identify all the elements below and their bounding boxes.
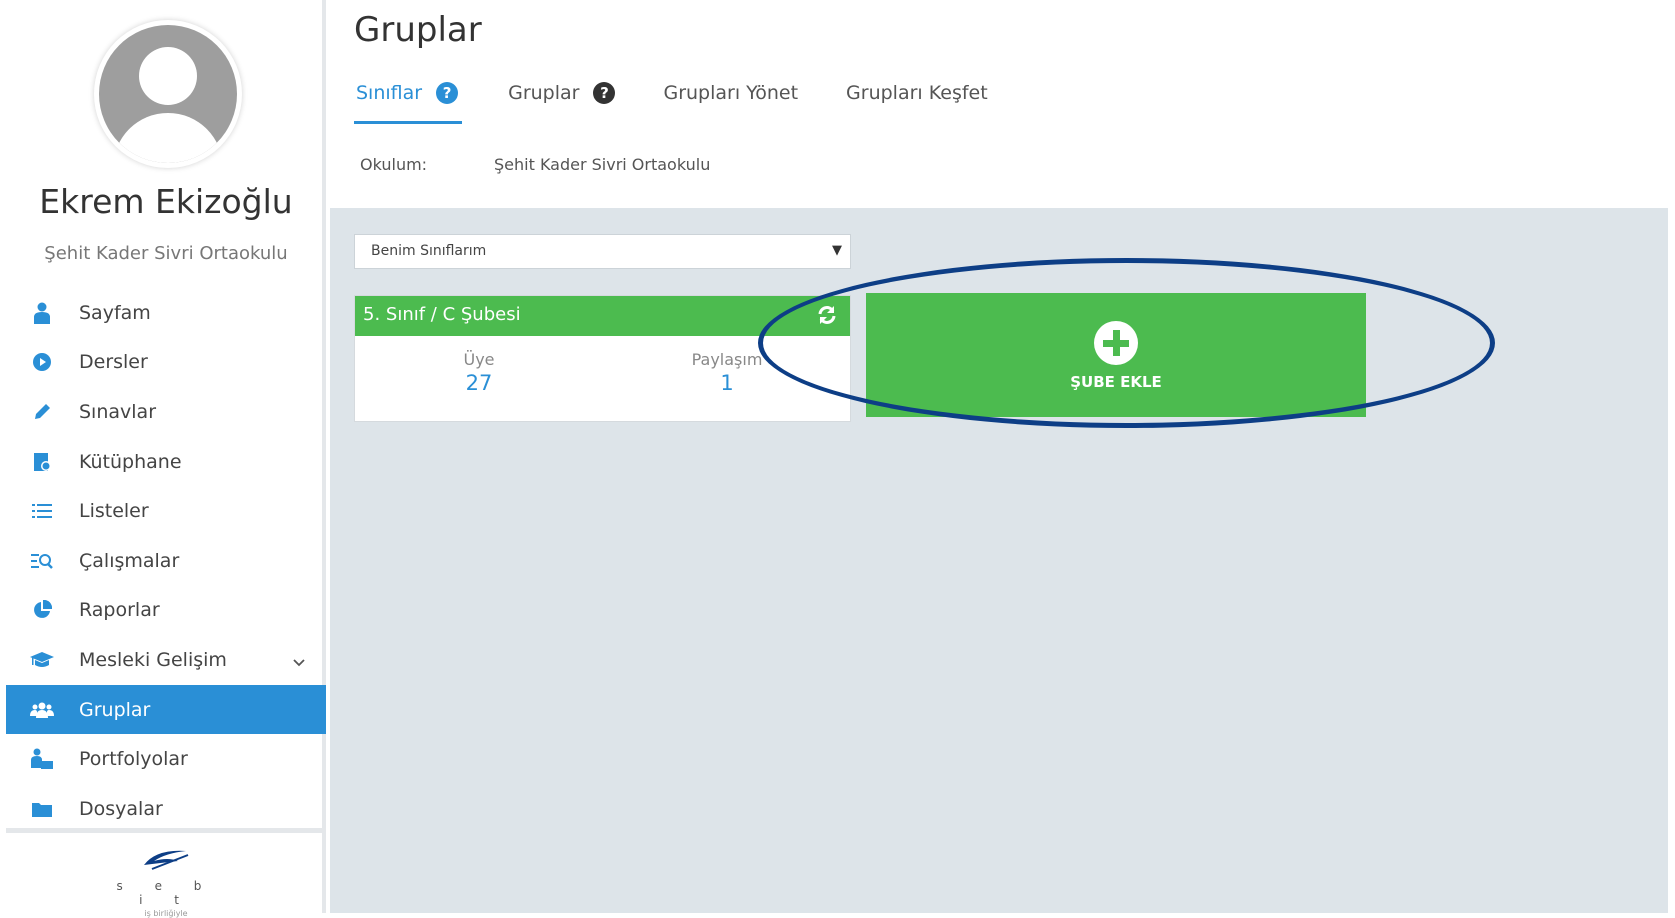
stat-value[interactable]: 27: [379, 371, 579, 395]
help-icon[interactable]: ?: [436, 82, 459, 104]
stat-value[interactable]: 1: [627, 371, 827, 395]
sidebar-item-kutuphane[interactable]: Kütüphane: [6, 437, 326, 487]
sidebar-footer: s e b i t iş birliğiyle: [6, 828, 326, 918]
tab-label: Grupları Keşfet: [846, 82, 988, 104]
tab-label: Gruplar: [508, 82, 580, 104]
dropdown-arrow-icon: ▼: [832, 243, 842, 258]
sidebar-item-portfolyolar[interactable]: Portfolyolar: [6, 734, 326, 784]
sidebar-item-label: Dersler: [79, 351, 148, 374]
school-value: Şehit Kader Sivri Ortaokulu: [494, 155, 711, 174]
add-section-label: ŞUBE EKLE: [1070, 373, 1162, 391]
list-icon: [30, 499, 54, 523]
user-name: Ekrem Ekizoğlu: [39, 182, 293, 221]
chevron-down-icon[interactable]: [292, 651, 306, 673]
class-card-title: 5. Sınıf / C Şubesi: [363, 304, 521, 325]
avatar-placeholder-icon: [99, 25, 237, 163]
app-window: Ekrem Ekizoğlu Şehit Kader Sivri Ortaoku…: [0, 0, 1675, 918]
library-icon: [30, 450, 54, 474]
logo-letters: s e b i t: [116, 879, 216, 907]
search-list-icon: [30, 549, 54, 573]
school-row: Okulum: Şehit Kader Sivri Ortaokulu: [360, 155, 710, 174]
folder-icon: [30, 797, 54, 821]
sidebar-item-label: Gruplar: [79, 698, 151, 721]
pie-chart-icon: [30, 598, 54, 622]
stat-label: Üye: [463, 350, 495, 369]
sidebar-item-label: Raporlar: [79, 599, 160, 622]
sebit-logo: s e b i t iş birliğiyle: [116, 843, 216, 918]
class-filter-select[interactable]: Benim Sınıflarım ▼: [354, 234, 851, 269]
refresh-icon[interactable]: [816, 304, 838, 326]
tab-gruplari-yonet[interactable]: Grupları Yönet: [661, 78, 800, 124]
user-school: Şehit Kader Sivri Ortaokulu: [44, 243, 288, 264]
sidebar-item-label: Kütüphane: [79, 450, 182, 473]
sidebar-item-gruplar[interactable]: Gruplar: [6, 684, 326, 735]
select-value: Benim Sınıflarım: [371, 243, 487, 259]
sidebar-item-mesleki-gelisim[interactable]: Mesleki Gelişim: [6, 635, 326, 685]
tab-label: Grupları Yönet: [663, 82, 799, 104]
sidebar-menu: Sayfam Dersler Sınavlar Kütüphane Listel…: [6, 288, 326, 834]
portfolio-icon: [30, 747, 54, 771]
sidebar-item-label: Portfolyolar: [79, 748, 188, 771]
sidebar-item-label: Dosyalar: [79, 797, 163, 820]
add-section-button[interactable]: ŞUBE EKLE: [866, 293, 1366, 417]
sidebar-item-label: Çalışmalar: [79, 549, 180, 572]
plus-circle-icon: [1094, 321, 1138, 365]
sidebar-item-dersler[interactable]: Dersler: [6, 338, 326, 388]
stat-uye: Üye 27: [379, 350, 579, 395]
sidebar-item-label: Listeler: [79, 500, 149, 523]
sidebar-item-sinavlar[interactable]: Sınavlar: [6, 387, 326, 437]
stat-paylasim: Paylaşım 1: [627, 350, 827, 395]
users-icon: [30, 698, 54, 722]
school-label: Okulum:: [360, 155, 428, 174]
help-icon[interactable]: ?: [593, 82, 616, 104]
tab-label: Sınıflar: [356, 82, 423, 104]
sidebar-item-calismalar[interactable]: Çalışmalar: [6, 536, 326, 586]
sidebar-item-listeler[interactable]: Listeler: [6, 486, 326, 536]
sidebar-item-dosyalar[interactable]: Dosyalar: [6, 784, 326, 834]
stat-label: Paylaşım: [691, 350, 763, 369]
sidebar-item-label: Sayfam: [79, 301, 151, 324]
sidebar-item-raporlar[interactable]: Raporlar: [6, 586, 326, 636]
avatar[interactable]: [94, 20, 242, 168]
pencil-icon: [30, 400, 54, 424]
graduation-cap-icon: [30, 648, 54, 672]
user-icon: [30, 301, 54, 325]
sidebar: Ekrem Ekizoğlu Şehit Kader Sivri Ortaoku…: [6, 0, 326, 918]
tab-gruplar[interactable]: Gruplar ?: [506, 78, 617, 124]
tab-gruplari-kesfet[interactable]: Grupları Keşfet: [844, 78, 990, 124]
tab-bar: Sınıflar ? Gruplar ? Grupları Yönet Grup…: [354, 78, 1034, 124]
sidebar-item-label: Mesleki Gelişim: [79, 648, 227, 671]
logo-tagline: iş birliğiyle: [144, 909, 188, 918]
class-card[interactable]: 5. Sınıf / C Şubesi Üye 27 Paylaşım 1: [354, 295, 851, 422]
play-circle-icon: [30, 350, 54, 374]
page-header: Gruplar Sınıflar ? Gruplar ? Grupları Yö…: [330, 0, 1668, 208]
tab-siniflar[interactable]: Sınıflar ?: [354, 78, 463, 124]
sidebar-item-sayfam[interactable]: Sayfam: [6, 288, 326, 338]
main-content: Gruplar Sınıflar ? Gruplar ? Grupları Yö…: [330, 0, 1668, 913]
page-title: Gruplar: [354, 10, 482, 50]
class-card-header: 5. Sınıf / C Şubesi: [355, 296, 850, 336]
sidebar-item-label: Sınavlar: [79, 400, 157, 423]
